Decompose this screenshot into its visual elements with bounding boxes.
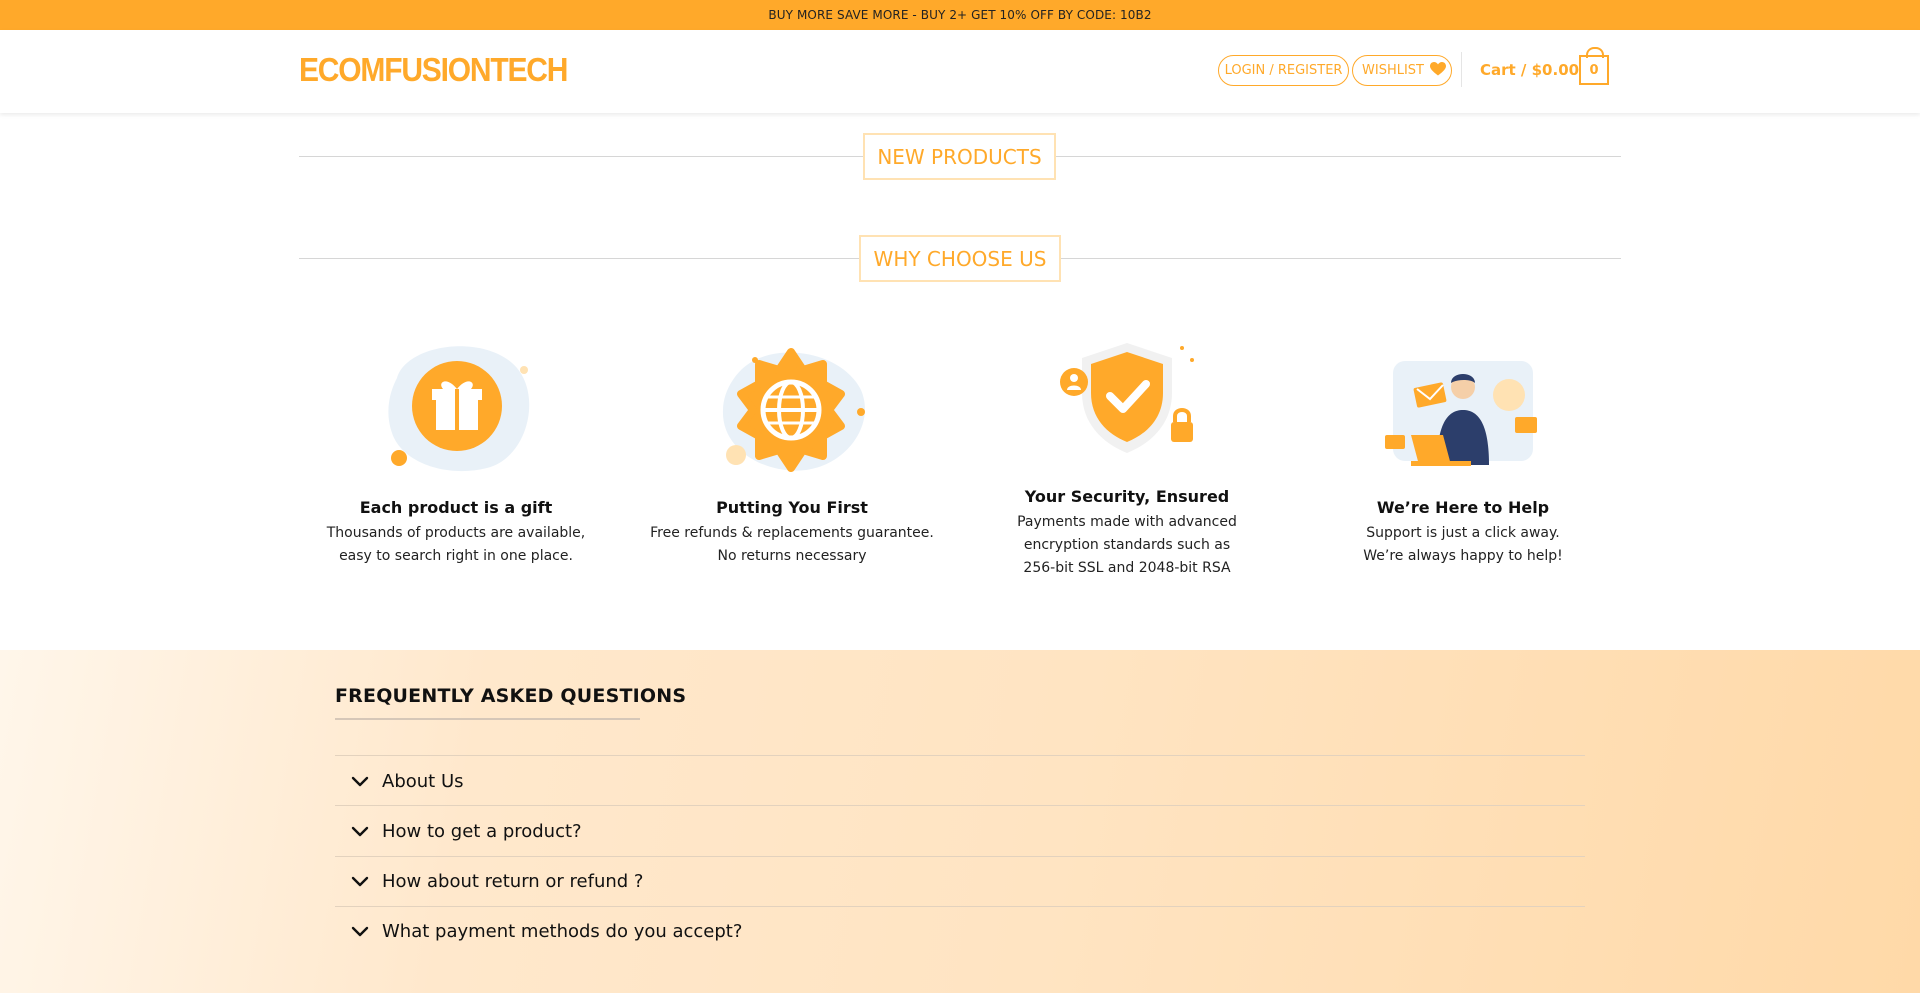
site-header: ECOMFUSIONTECH LOGIN / REGISTER WISHLIST… — [0, 30, 1920, 113]
feature-text: Free refunds & replacements guarantee. N… — [632, 522, 952, 568]
faq-title-underline — [335, 718, 640, 720]
feature-line: Thousands of products are available, — [326, 525, 586, 541]
feature-putting-you-first: Putting You First Free refunds & replace… — [632, 498, 952, 568]
globe-icon — [711, 340, 871, 484]
feature-line: easy to search right in one place. — [339, 548, 573, 564]
faq-question: About Us — [382, 770, 464, 792]
why-choose-us-heading: WHY CHOOSE US — [859, 235, 1061, 282]
login-register-button[interactable]: LOGIN / REGISTER — [1218, 55, 1349, 86]
feature-line: encryption standards such as — [1023, 537, 1231, 553]
feature-title: Putting You First — [716, 498, 868, 517]
chevron-down-icon — [342, 826, 378, 837]
feature-title: Your Security, Ensured — [1024, 487, 1230, 506]
chevron-down-icon — [342, 926, 378, 937]
shield-check-icon — [1047, 338, 1207, 462]
feature-text: Support is just a click away. We’re alwa… — [1303, 522, 1623, 568]
new-products-label: NEW PRODUCTS — [877, 144, 1042, 169]
chevron-down-icon — [342, 876, 378, 887]
feature-gift: Each product is a gift Thousands of prod… — [296, 498, 616, 568]
header-divider — [1461, 52, 1462, 87]
feature-title: We’re Here to Help — [1376, 498, 1550, 517]
feature-line: 256-bit SSL and 2048-bit RSA — [1023, 560, 1231, 576]
faq-item-get-product[interactable]: How to get a product? — [335, 806, 1585, 856]
cart-bag-icon[interactable]: 0 — [1579, 47, 1609, 85]
feature-title: Each product is a gift — [359, 498, 553, 517]
faq-item-return-refund[interactable]: How about return or refund ? — [335, 856, 1585, 906]
site-logo[interactable]: ECOMFUSIONTECH — [299, 52, 568, 89]
cart-link[interactable]: Cart / $0.00 — [1480, 61, 1579, 79]
faq-item-about-us[interactable]: About Us — [335, 756, 1585, 806]
chevron-down-icon — [342, 776, 378, 787]
why-choose-us-label: WHY CHOOSE US — [873, 246, 1047, 271]
promo-bar: BUY MORE SAVE MORE - BUY 2+ GET 10% OFF … — [0, 0, 1920, 30]
feature-line: No returns necessary — [717, 548, 867, 564]
feature-security: Your Security, Ensured Payments made wit… — [967, 487, 1287, 580]
heart-icon — [1430, 61, 1446, 80]
faq-question: How about return or refund ? — [382, 870, 644, 892]
cart-count: 0 — [1589, 62, 1599, 78]
login-register-label: LOGIN / REGISTER — [1224, 63, 1343, 78]
feature-text: Thousands of products are available, eas… — [296, 522, 616, 568]
feature-help: We’re Here to Help Support is just a cli… — [1303, 498, 1623, 568]
faq-question: How to get a product? — [382, 820, 582, 842]
feature-line: Free refunds & replacements guarantee. — [650, 525, 934, 541]
faq-title: FREQUENTLY ASKED QUESTIONS — [335, 685, 687, 707]
faq-item-payment-methods[interactable]: What payment methods do you accept? — [335, 906, 1585, 956]
promo-text: BUY MORE SAVE MORE - BUY 2+ GET 10% OFF … — [768, 8, 1152, 22]
feature-line: We’re always happy to help! — [1363, 548, 1563, 564]
feature-line: Payments made with advanced — [1017, 514, 1237, 530]
support-person-icon — [1381, 355, 1541, 474]
new-products-heading: NEW PRODUCTS — [863, 133, 1056, 180]
gift-icon — [377, 338, 537, 482]
wishlist-button[interactable]: WISHLIST — [1352, 55, 1452, 86]
feature-text: Payments made with advanced encryption s… — [967, 511, 1287, 580]
wishlist-label: WISHLIST — [1362, 63, 1424, 78]
feature-line: Support is just a click away. — [1366, 525, 1560, 541]
faq-question: What payment methods do you accept? — [382, 920, 743, 942]
